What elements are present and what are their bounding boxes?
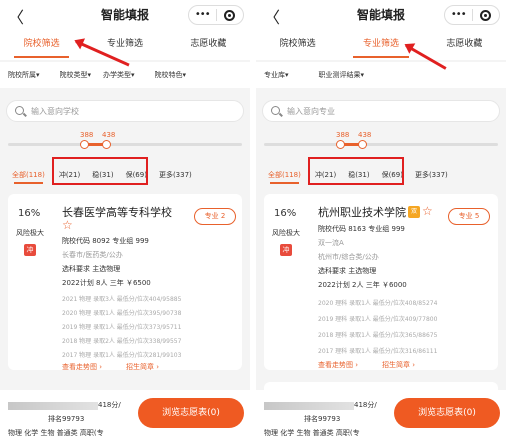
score-suffix: 418分/ (354, 401, 377, 409)
subject-requirement: 选科要求 主选物理 (62, 265, 121, 273)
bottom-bar: 418分/ 排名99793 物理 化学 生物 普通类 高职(专 浏览志愿表(0) (256, 390, 506, 448)
slider-low-handle[interactable] (336, 140, 345, 149)
brochure-link[interactable]: 招生简章 › (382, 360, 415, 370)
blurred-info (264, 402, 354, 410)
plan-info: 2022计划 8人 三年 ￥6500 (62, 279, 151, 287)
search-icon (271, 106, 280, 115)
rank-text: 排名99793 (48, 415, 85, 423)
tab-favorites[interactable]: 志愿收藏 (167, 30, 250, 60)
history-row: 2018 物理 录取2人 最低分/位次338/99557 (62, 338, 182, 345)
close-icon[interactable] (216, 9, 243, 21)
major-count-button[interactable]: 专业 5 (448, 208, 490, 225)
chong-badge: 冲 (280, 244, 292, 256)
admission-probability: 16% (274, 208, 297, 219)
segment-more[interactable]: 更多(337) (159, 170, 192, 180)
more-icon[interactable]: ••• (445, 6, 472, 24)
filter-major-library[interactable]: 专业库▾ (264, 70, 289, 80)
school-location: 杭州市/综合类/公办 (318, 253, 379, 261)
close-icon[interactable] (472, 9, 499, 21)
search-icon (15, 106, 24, 115)
highlight-box (308, 157, 404, 185)
history-row: 2017 理科 录取1人 最低分/位次316/86111 (318, 348, 438, 355)
history-row: 2019 理科 录取1人 最低分/位次409/77800 (318, 316, 438, 323)
tab-favorites[interactable]: 志愿收藏 (423, 30, 506, 60)
filter-school-feature[interactable]: 院校特色▾ (155, 70, 187, 80)
school-name[interactable]: 杭州职业技术学院 (318, 204, 406, 220)
history-row: 2020 物理 录取1人 最低分/位次395/90738 (62, 310, 182, 317)
tab-bar: 院校筛选 专业筛选 志愿收藏 (256, 30, 506, 60)
slider-high-handle[interactable] (358, 140, 367, 149)
slider-high-handle[interactable] (102, 140, 111, 149)
blurred-info (8, 402, 98, 410)
favorite-star-icon[interactable]: ☆ (62, 218, 73, 232)
subjects-text: 物理 化学 生物 普通类 高职(专 (264, 429, 360, 437)
history-row: 2020 理科 录取1人 最低分/位次408/85274 (318, 300, 438, 307)
score-high-label: 438 (358, 131, 372, 139)
chong-badge: 冲 (24, 244, 36, 256)
favorite-star-icon[interactable]: ☆ (422, 204, 433, 218)
score-range-slider[interactable] (264, 140, 498, 149)
score-high-label: 438 (102, 131, 116, 139)
major-count-button[interactable]: 专业 2 (194, 208, 236, 225)
subjects-text: 物理 化学 生物 普通类 高职(专 (8, 429, 104, 437)
school-location: 长春市/医药类/公办 (62, 251, 123, 259)
nav-bar: 〈 智能填报 ••• (256, 0, 506, 30)
filter-ownership-type[interactable]: 办学类型▾ (103, 70, 135, 80)
filter-school-type[interactable]: 院校类型▾ (60, 70, 92, 80)
brochure-link[interactable]: 招生简章 › (126, 362, 159, 372)
miniapp-capsule: ••• (444, 5, 500, 25)
tab-bar: 院校筛选 专业筛选 志愿收藏 (0, 30, 250, 60)
score-low-label: 388 (80, 131, 94, 139)
school-code: 院校代码 8163 专业组 999 (318, 225, 405, 233)
score-low-label: 388 (336, 131, 350, 139)
score-suffix: 418分/ (98, 401, 121, 409)
risk-label: 风险极大 (272, 229, 300, 237)
filter-school-affiliation[interactable]: 院校所属▾ (8, 70, 40, 80)
more-icon[interactable]: ••• (189, 6, 216, 24)
rank-text: 排名99793 (304, 415, 341, 423)
tab-major-filter[interactable]: 专业筛选 (83, 30, 166, 60)
right-screen: 〈 智能填报 ••• 院校筛选 专业筛选 志愿收藏 专业库▾ 职业测评结果▾ 输… (256, 0, 506, 448)
history-row: 2019 物理 录取1人 最低分/位次373/95711 (62, 324, 182, 331)
history-row: 2018 理科 录取1人 最低分/位次365/88675 (318, 332, 438, 339)
risk-label: 风险极大 (16, 229, 44, 237)
highlight-box (52, 157, 148, 185)
filter-bar: 专业库▾ 职业测评结果▾ (256, 62, 506, 88)
school-name[interactable]: 长春医学高等专科学校 (62, 204, 172, 220)
plan-info: 2022计划 2人 三年 ￥6000 (318, 281, 407, 289)
tab-school-filter[interactable]: 院校筛选 (256, 30, 339, 60)
segment-more[interactable]: 更多(337) (415, 170, 448, 180)
slider-low-handle[interactable] (80, 140, 89, 149)
school-card[interactable]: 16% 风险极大 冲 长春医学高等专科学校 ☆ 专业 2 院校代码 8092 专… (8, 194, 242, 372)
bottom-bar: 418分/ 排名99793 物理 化学 生物 普通类 高职(专 浏览志愿表(0) (0, 390, 250, 448)
left-screen: 〈 智能填报 ••• 院校筛选 专业筛选 志愿收藏 院校所属▾ 院校类型▾ 办学… (0, 0, 250, 448)
search-input[interactable]: 输入意向专业 (262, 100, 500, 122)
search-input[interactable]: 输入意向学校 (6, 100, 244, 122)
history-row: 2017 物理 录取1人 最低分/位次281/99103 (62, 352, 182, 359)
school-card[interactable]: 16% 风险极大 冲 杭州职业技术学院 双 ☆ 专业 5 院校代码 8163 专… (264, 194, 498, 370)
double-first-class-tag: 双 (408, 206, 420, 218)
score-range-slider[interactable] (8, 140, 242, 149)
trend-link[interactable]: 查看走势图 › (318, 360, 358, 370)
school-level: 双一流A (318, 239, 344, 247)
subject-requirement: 选科要求 主选物理 (318, 267, 377, 275)
view-application-button[interactable]: 浏览志愿表(0) (138, 398, 244, 428)
segment-all[interactable]: 全部(118) (268, 170, 301, 184)
view-application-button[interactable]: 浏览志愿表(0) (394, 398, 500, 428)
trend-link[interactable]: 查看走势图 › (62, 362, 102, 372)
history-row: 2021 物理 录取3人 最低分/位次404/95885 (62, 296, 182, 303)
nav-bar: 〈 智能填报 ••• (0, 0, 250, 30)
filter-career-assessment[interactable]: 职业测评结果▾ (319, 70, 365, 80)
school-code: 院校代码 8092 专业组 999 (62, 237, 149, 245)
miniapp-capsule: ••• (188, 5, 244, 25)
filter-bar: 院校所属▾ 院校类型▾ 办学类型▾ 院校特色▾ (0, 62, 250, 88)
admission-probability: 16% (18, 208, 41, 219)
segment-all[interactable]: 全部(118) (12, 170, 45, 184)
